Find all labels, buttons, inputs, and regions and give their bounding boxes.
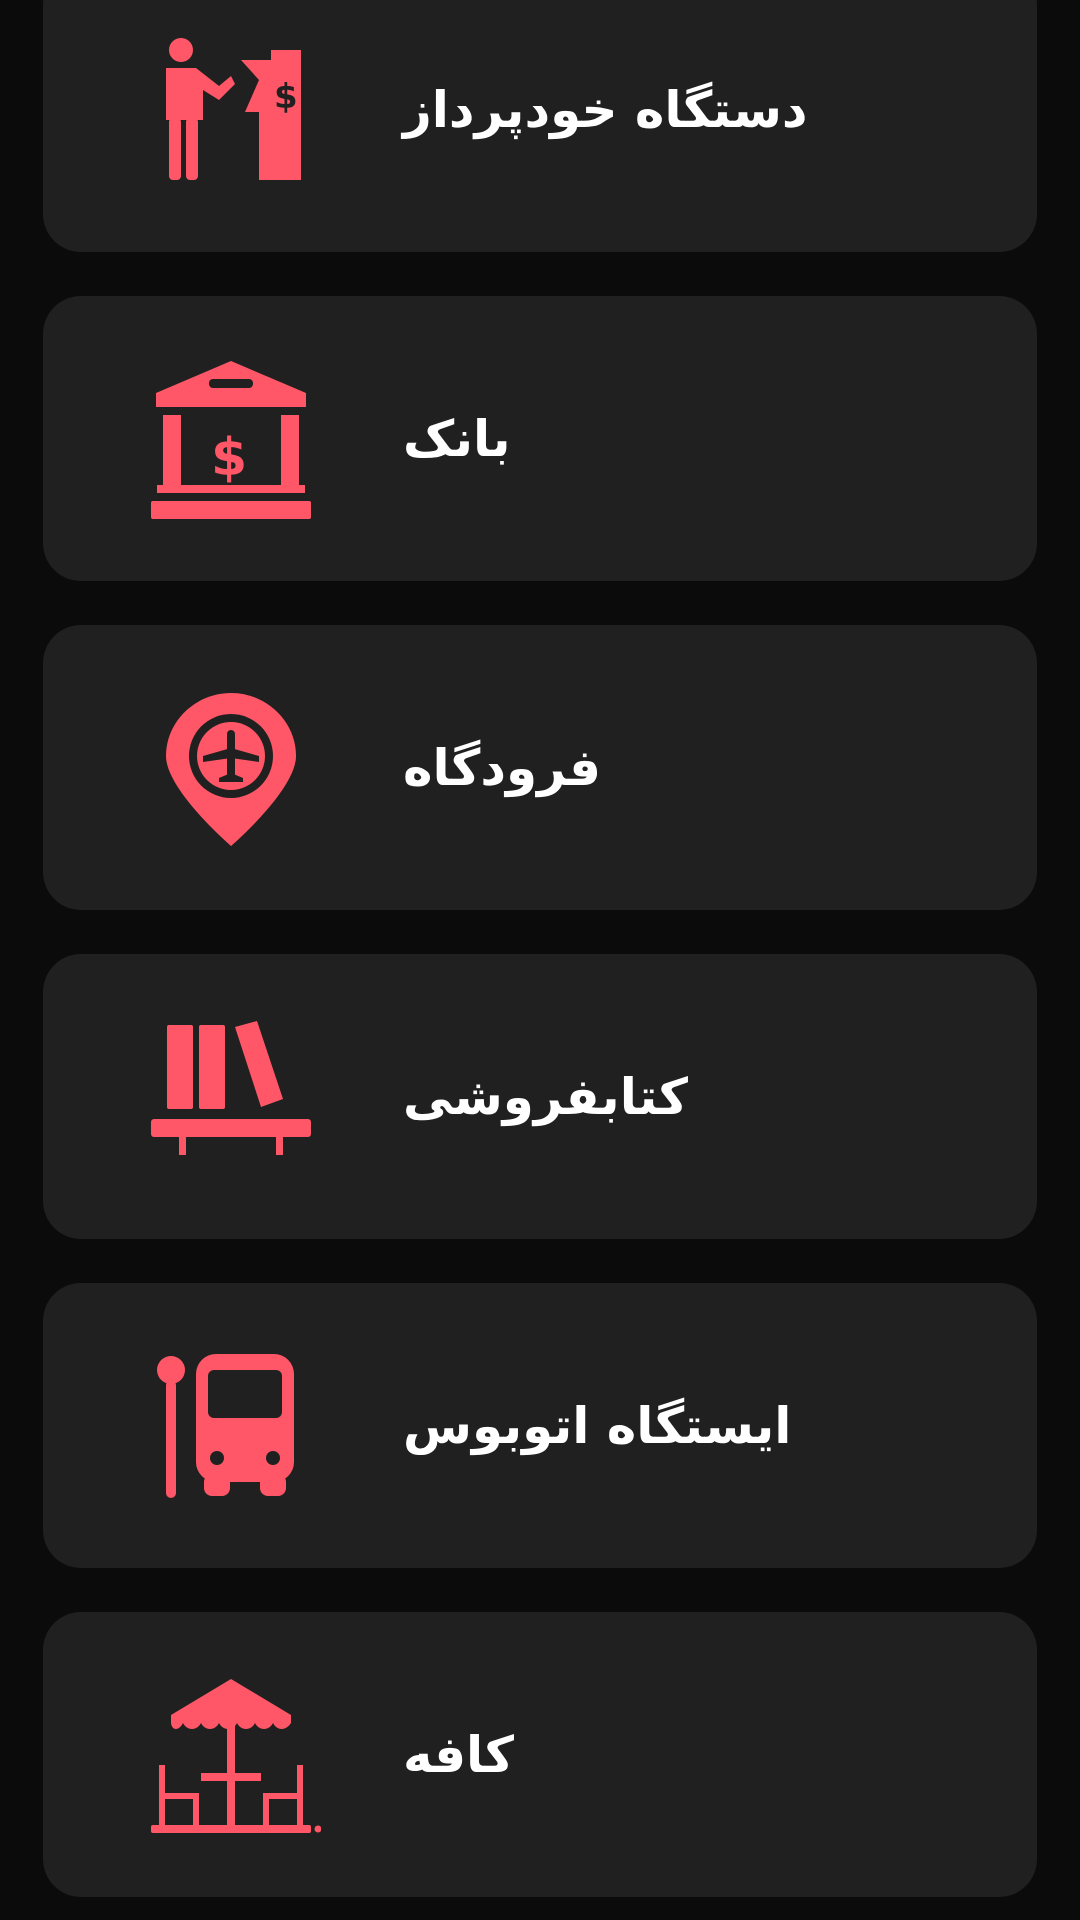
category-label: فرودگاه bbox=[403, 738, 601, 797]
category-card-bookstore[interactable]: کتابفروشی bbox=[43, 954, 1037, 1239]
category-card-bank[interactable]: $ بانک bbox=[43, 296, 1037, 581]
category-list: $ دستگاه خودپرداز $ بانک فرودگاه کتابفرو… bbox=[0, 0, 1080, 1920]
category-card-airport[interactable]: فرودگاه bbox=[43, 625, 1037, 910]
svg-text:$: $ bbox=[274, 77, 298, 117]
category-label: بانک bbox=[403, 409, 511, 468]
cafe-icon bbox=[131, 1665, 331, 1845]
category-card-atm[interactable]: $ دستگاه خودپرداز bbox=[43, 0, 1037, 252]
bus-stop-icon bbox=[131, 1336, 331, 1516]
svg-text:$: $ bbox=[211, 428, 247, 488]
category-label: کتابفروشی bbox=[403, 1067, 688, 1126]
category-card-bus-stop[interactable]: ایستگاه اتوبوس bbox=[43, 1283, 1037, 1568]
category-card-cafe[interactable]: کافه bbox=[43, 1612, 1037, 1897]
bank-icon: $ bbox=[131, 349, 331, 529]
category-label: ایستگاه اتوبوس bbox=[403, 1396, 792, 1455]
category-label: دستگاه خودپرداز bbox=[403, 80, 808, 139]
airport-icon bbox=[131, 678, 331, 858]
atm-icon: $ bbox=[131, 20, 331, 200]
category-label: کافه bbox=[403, 1725, 514, 1784]
bookstore-icon bbox=[131, 1007, 331, 1187]
